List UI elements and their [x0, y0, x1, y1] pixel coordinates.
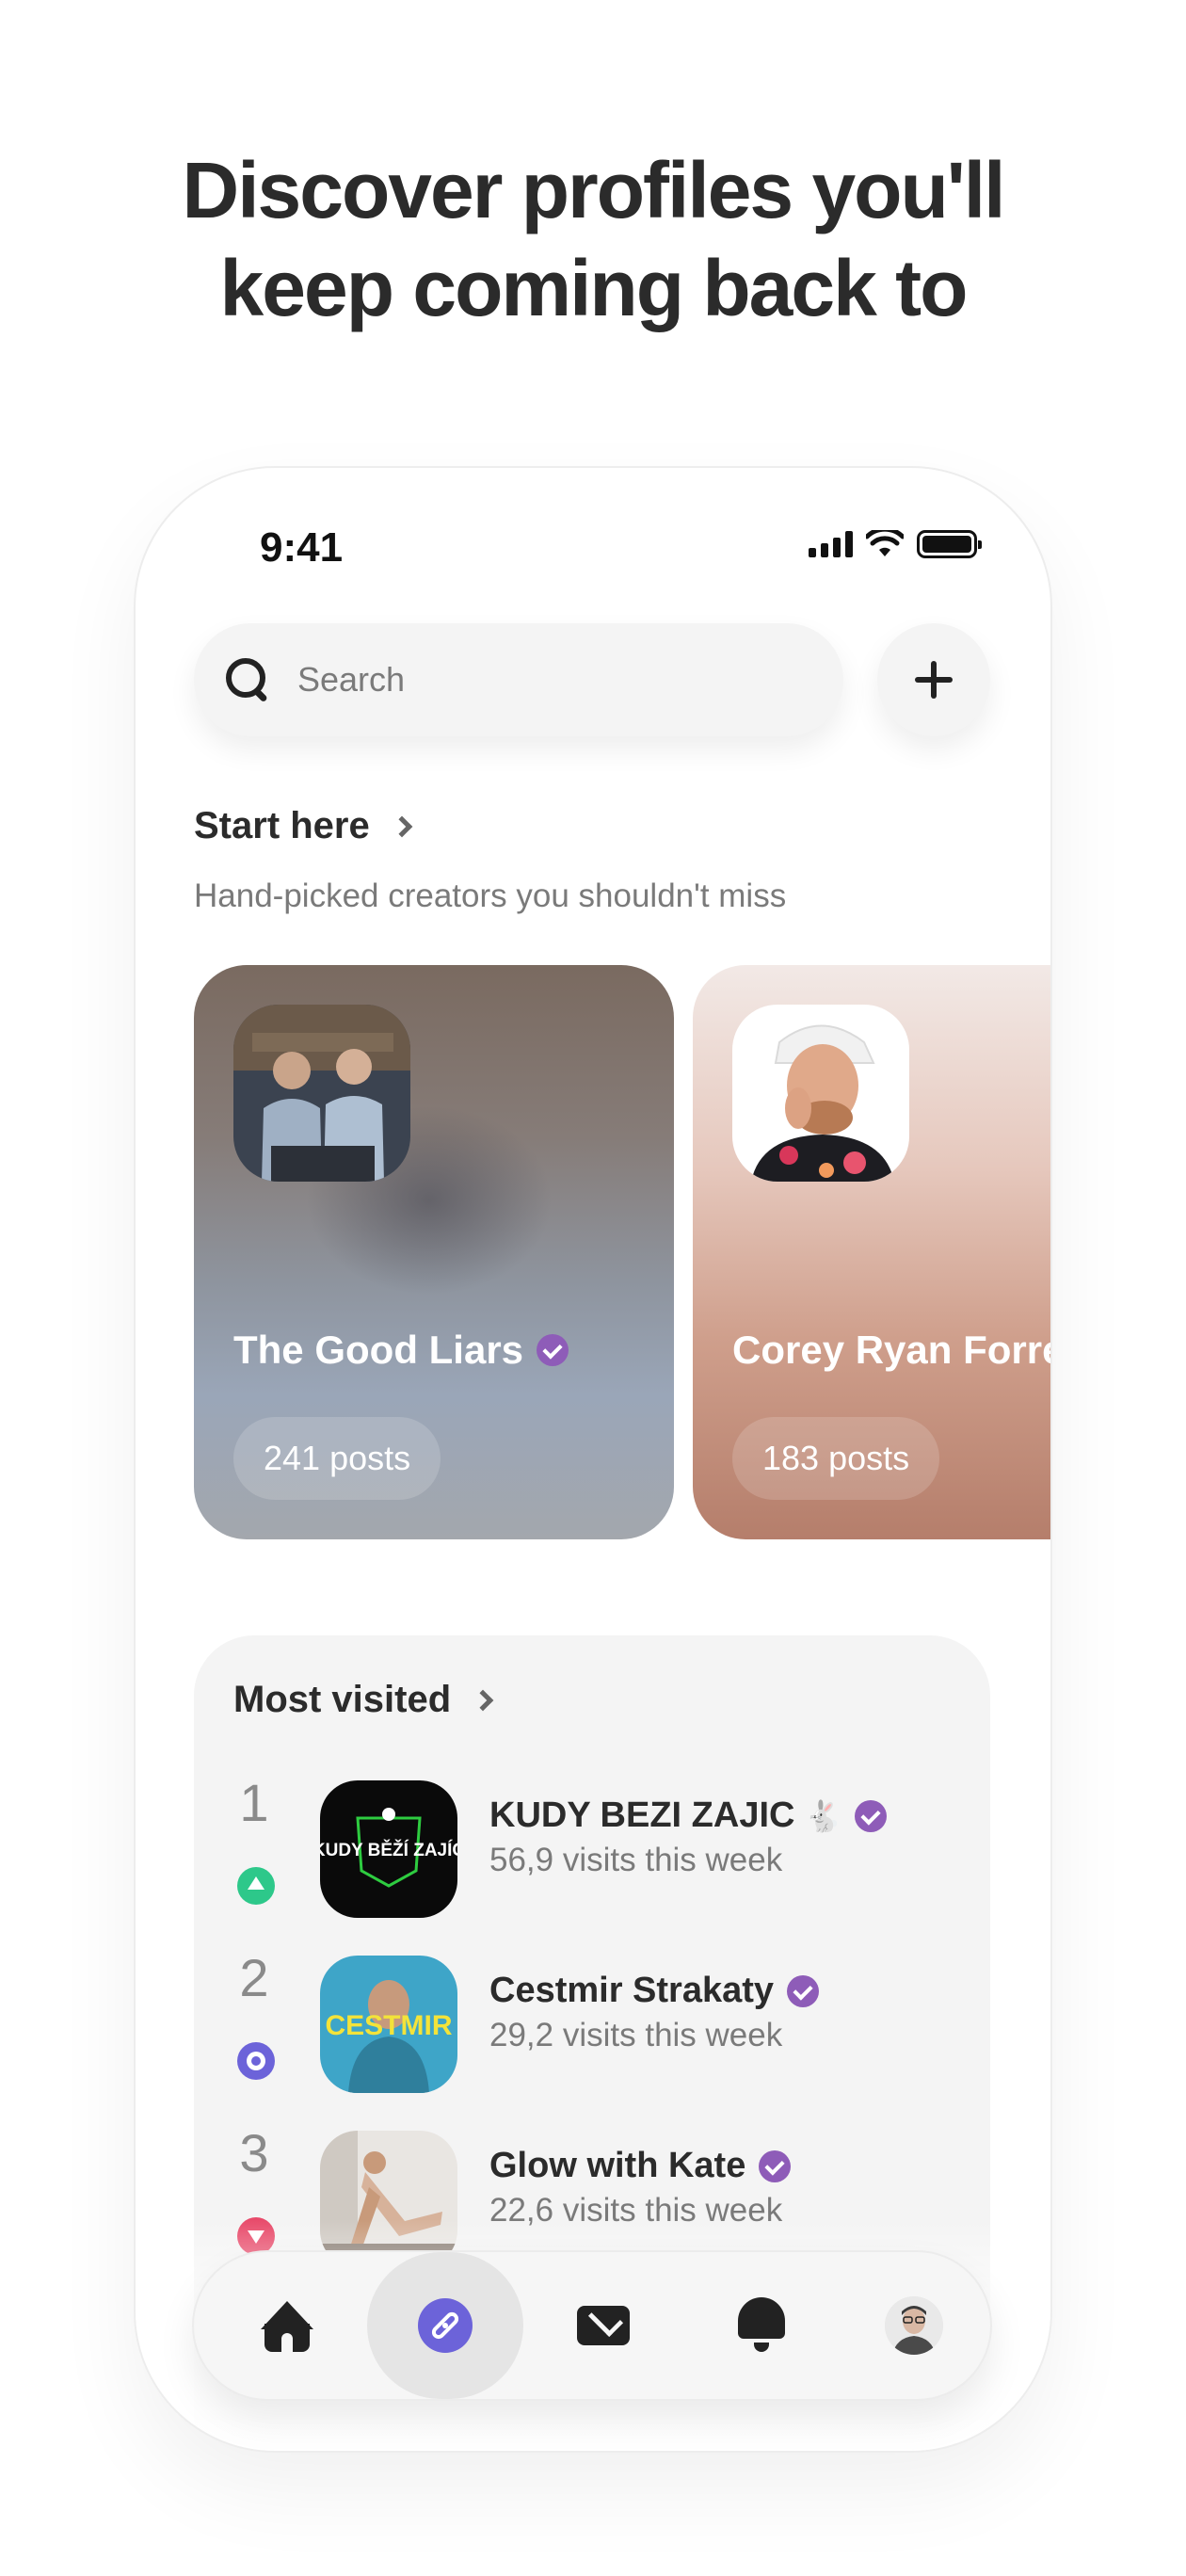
verified-badge-icon: [537, 1334, 569, 1366]
tab-messages[interactable]: [523, 2252, 683, 2399]
creator-avatar: [732, 1005, 909, 1182]
tab-home[interactable]: [207, 2252, 367, 2399]
posts-count: 183 posts: [732, 1417, 940, 1500]
rank-number: 2: [239, 1948, 269, 2007]
status-bar: 9:41: [136, 524, 1050, 581]
profile-name: Cestmir Strakaty: [489, 1971, 820, 2011]
verified-badge-icon: [855, 1799, 888, 1832]
posts-count: 241 posts: [233, 1417, 441, 1500]
compass-icon: [418, 2298, 473, 2353]
cellular-signal-icon: [809, 531, 853, 557]
most-visited-title: Most visited: [233, 1679, 452, 1720]
profile-info: Cestmir Strakaty 29,2 visits this week: [489, 1971, 820, 2054]
start-here-subtitle: Hand-picked creators you shouldn't miss: [194, 877, 787, 914]
headline-line-2: keep coming back to: [219, 244, 969, 332]
add-button[interactable]: [877, 623, 990, 736]
search-input[interactable]: [297, 660, 730, 700]
home-icon: [261, 2299, 313, 2352]
tab-discover[interactable]: [365, 2252, 525, 2399]
creator-avatar: [233, 1005, 410, 1182]
creator-name: The Good Liars: [233, 1328, 569, 1373]
profile-name: KUDY BEZI ZAJIC 🐇: [489, 1795, 888, 1836]
trend-neutral-icon: [237, 2042, 275, 2080]
profile-thumbnail: CESTMIR: [320, 1956, 457, 2093]
creator-card[interactable]: Corey Ryan Forrester 183 posts: [693, 965, 1050, 1539]
start-here-header[interactable]: Start here: [194, 805, 413, 847]
visits-count: 29,2 visits this week: [489, 2017, 783, 2053]
thumbnail-label: CESTMIR: [326, 2010, 453, 2041]
rank-number: 3: [239, 2123, 269, 2182]
chevron-right-icon: [472, 1689, 494, 1711]
profile-info: Glow with Kate 22,6 visits this week: [489, 2146, 792, 2230]
profile-thumbnail: KUDY BĚŽÍ ZAJÍC: [320, 1780, 457, 1918]
rabbit-emoji: 🐇: [804, 1797, 842, 1834]
bell-icon: [736, 2297, 787, 2354]
phone-frame: 9:41 Start here Hand-picked creators you…: [134, 466, 1052, 2453]
verified-badge-icon: [787, 1974, 820, 2007]
start-here-title: Start here: [194, 805, 370, 846]
status-time: 9:41: [260, 524, 344, 571]
verified-badge-icon: [759, 2149, 792, 2182]
trend-up-icon: [237, 1867, 275, 1905]
status-icons: [809, 530, 982, 558]
headline: Discover profiles you'll keep coming bac…: [0, 141, 1186, 337]
list-item[interactable]: 1 KUDY BĚŽÍ ZAJÍC KUDY BEZI ZAJIC 🐇 56,9…: [194, 1773, 990, 1918]
tab-notifications[interactable]: [681, 2252, 841, 2399]
tab-profile[interactable]: [834, 2252, 994, 2399]
search-icon: [226, 658, 269, 701]
profile-info: KUDY BEZI ZAJIC 🐇 56,9 visits this week: [489, 1795, 888, 1879]
mail-icon: [577, 2306, 630, 2345]
visits-count: 56,9 visits this week: [489, 1842, 783, 1878]
rank-number: 1: [239, 1773, 269, 1832]
thumbnail-label: KUDY BĚŽÍ ZAJÍC: [320, 1840, 457, 1860]
headline-line-1: Discover profiles you'll: [182, 146, 1006, 234]
most-visited-header[interactable]: Most visited: [233, 1679, 494, 1721]
profile-name: Glow with Kate: [489, 2146, 792, 2186]
wifi-icon: [866, 530, 904, 556]
battery-icon: [917, 530, 982, 558]
creator-card[interactable]: The Good Liars 241 posts: [194, 965, 674, 1539]
creator-name: Corey Ryan Forrester: [732, 1328, 1050, 1372]
tab-bar: [192, 2250, 992, 2401]
search-bar[interactable]: [194, 623, 843, 736]
profile-avatar: [885, 2296, 943, 2355]
list-item[interactable]: 2 CESTMIR Cestmir Strakaty 29,2 visits t…: [194, 1948, 990, 2093]
chevron-right-icon: [391, 815, 413, 837]
